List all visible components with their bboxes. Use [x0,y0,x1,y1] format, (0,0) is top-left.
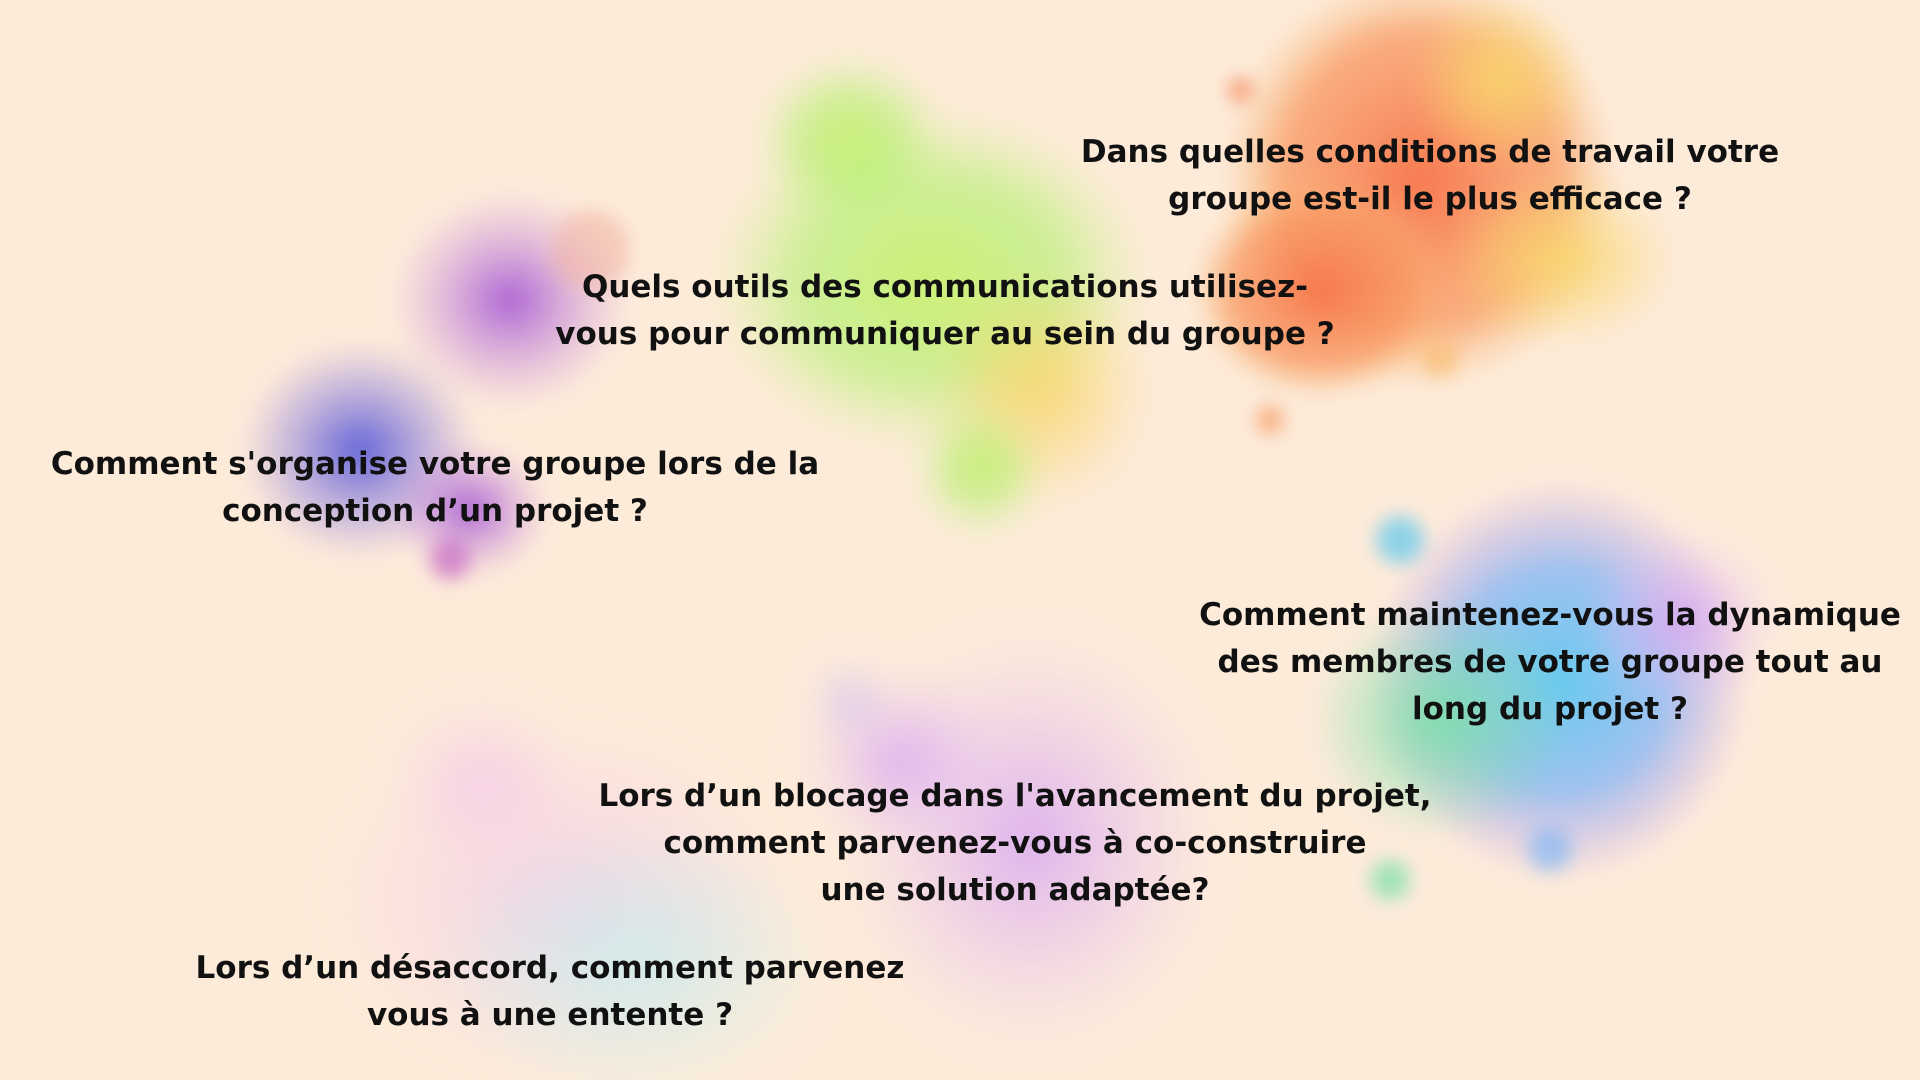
question-line: Quels outils des communications utilisez… [581,269,1308,305]
question-line: Lors d’un blocage dans l'avancement du p… [598,778,1432,814]
question-line: conception d’un projet ? [222,493,648,529]
question-line: Lors d’un désaccord, comment parvenez [195,950,905,986]
question-project-blockage: Lors d’un blocage dans l'avancement du p… [575,773,1455,914]
question-group-dynamics: Comment maintenez-vous la dynamique des … [1185,592,1915,733]
question-line: vous à une entente ? [366,997,734,1033]
question-line: Comment maintenez-vous la dynamique [1199,597,1901,633]
question-line: comment parvenez-vous à co-construire [663,825,1367,861]
question-line: groupe est-il le plus efficace ? [1168,181,1692,217]
question-communication-tools: Quels outils des communications utilisez… [530,264,1360,358]
question-line: long du projet ? [1411,691,1689,727]
question-line: une solution adaptée? [820,872,1210,908]
question-working-conditions: Dans quelles conditions de travail votre… [1040,129,1820,223]
question-line: vous pour communiquer au sein du groupe … [555,316,1335,352]
question-line: Dans quelles conditions de travail votre [1080,134,1780,170]
slide-canvas: Dans quelles conditions de travail votre… [0,0,1920,1080]
question-line: des membres de votre groupe tout au [1217,644,1883,680]
question-group-organisation: Comment s'organise votre groupe lors de … [30,441,840,535]
question-disagreement: Lors d’un désaccord, comment parvenez vo… [175,945,925,1039]
question-line: Comment s'organise votre groupe lors de … [50,446,820,482]
